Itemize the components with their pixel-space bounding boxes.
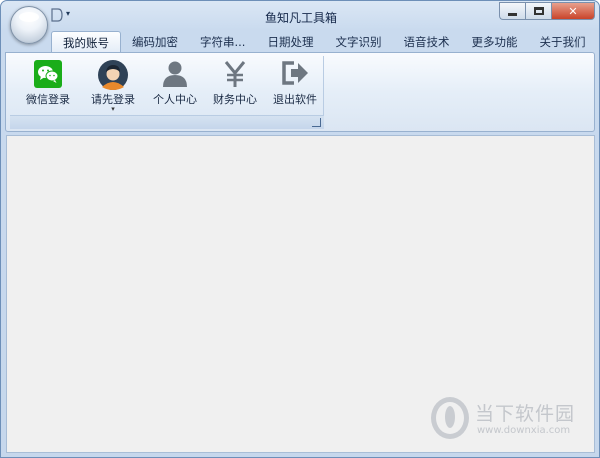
tab-ocr[interactable]: 文字识别 <box>324 31 392 53</box>
tab-encoding[interactable]: 编码加密 <box>121 31 189 53</box>
chevron-down-icon: ▾ <box>111 105 115 113</box>
tab-date[interactable]: 日期处理 <box>256 31 324 53</box>
exit-software-label: 退出软件 <box>273 93 317 106</box>
personal-center-button[interactable]: 个人中心 <box>146 58 204 114</box>
exit-software-button[interactable]: 退出软件 <box>266 58 324 114</box>
ribbon-panel: 微信登录 请先登录 ▾ 个人中心 财务中心 退出软件 <box>5 52 595 132</box>
group-footer <box>10 115 324 129</box>
close-icon: ✕ <box>568 4 578 18</box>
title-bar[interactable]: ▾ 鱼知凡工具箱 ✕ <box>1 1 599 44</box>
tab-speech[interactable]: 语音技术 <box>392 31 460 53</box>
wechat-login-label: 微信登录 <box>26 93 70 106</box>
login-button[interactable]: 请先登录 ▾ <box>82 58 144 114</box>
watermark-url: www.downxia.com <box>477 425 571 436</box>
yen-icon <box>224 61 246 87</box>
watermark-text: 当下软件园 <box>475 403 576 425</box>
close-button[interactable]: ✕ <box>551 2 595 20</box>
maximize-icon <box>533 7 544 15</box>
tab-about[interactable]: 关于我们 <box>528 31 596 53</box>
application-menu-button[interactable] <box>10 6 48 44</box>
wechat-icon <box>34 60 62 88</box>
user-avatar-icon <box>98 60 128 90</box>
watermark-logo-icon <box>431 397 469 439</box>
wechat-login-button[interactable]: 微信登录 <box>18 58 78 114</box>
person-icon <box>163 61 187 87</box>
tab-string[interactable]: 字符串... <box>189 31 256 53</box>
finance-center-button[interactable]: 财务中心 <box>206 58 264 114</box>
watermark: 当下软件园 www.downxia.com <box>431 397 591 443</box>
exit-icon <box>282 61 308 85</box>
personal-center-label: 个人中心 <box>153 93 197 106</box>
minimize-icon <box>508 12 517 16</box>
maximize-button[interactable] <box>525 2 551 20</box>
tab-more[interactable]: 更多功能 <box>460 31 528 53</box>
ribbon-tabs: 我的账号 编码加密 字符串... 日期处理 文字识别 语音技术 更多功能 关于我… <box>51 31 596 53</box>
finance-center-label: 财务中心 <box>213 93 257 106</box>
app-window: ▾ 鱼知凡工具箱 ✕ 我的账号 编码加密 字符串... 日期处理 文字识别 语音… <box>0 0 600 458</box>
window-controls: ✕ <box>499 2 595 20</box>
account-group: 微信登录 请先登录 ▾ 个人中心 财务中心 退出软件 <box>10 56 324 129</box>
tab-my-account[interactable]: 我的账号 <box>51 31 121 53</box>
minimize-button[interactable] <box>499 2 525 20</box>
dialog-launcher-icon[interactable] <box>312 118 321 127</box>
